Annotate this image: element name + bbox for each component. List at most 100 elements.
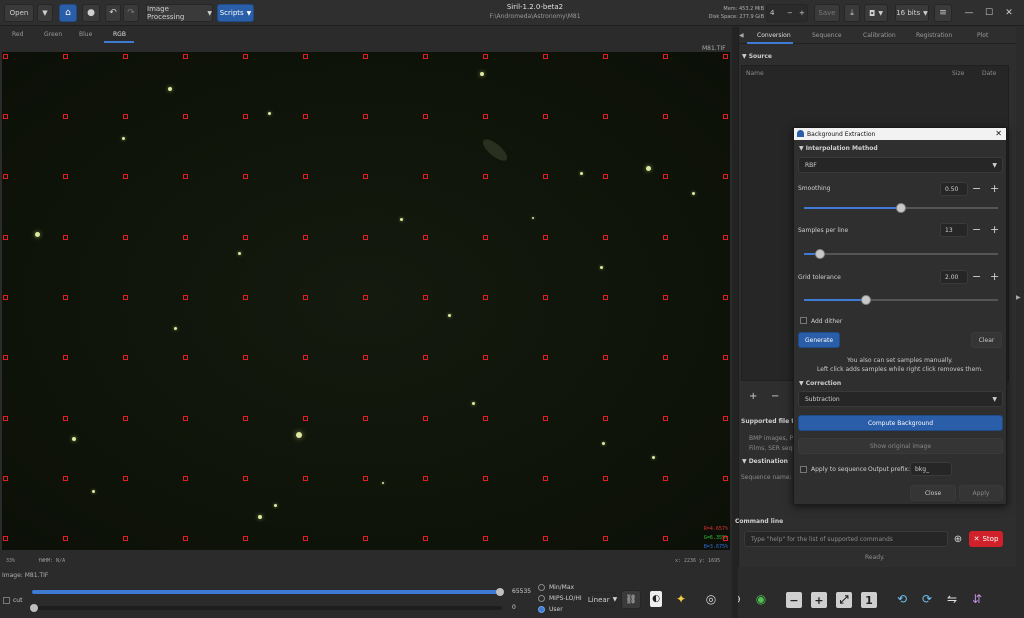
smoothing-input[interactable]: 0.50 <box>940 182 968 196</box>
background-sample-marker[interactable] <box>3 114 8 119</box>
show-original-button[interactable]: Show original image <box>798 438 1003 454</box>
cut-checkbox[interactable] <box>3 597 10 604</box>
background-sample-marker[interactable] <box>63 536 68 541</box>
background-sample-marker[interactable] <box>603 416 608 421</box>
background-sample-marker[interactable] <box>123 174 128 179</box>
close-icon[interactable]: ✕ <box>995 129 1002 138</box>
apply-sequence-checkbox[interactable] <box>800 466 807 473</box>
dialog-titlebar[interactable]: Background Extraction ✕ <box>794 128 1006 140</box>
background-sample-marker[interactable] <box>543 114 548 119</box>
background-sample-marker[interactable] <box>303 536 308 541</box>
background-sample-marker[interactable] <box>483 54 488 59</box>
background-sample-marker[interactable] <box>183 295 188 300</box>
add-dither-checkbox[interactable] <box>800 317 807 324</box>
background-sample-marker[interactable] <box>543 174 548 179</box>
close-button[interactable]: Close <box>910 485 956 501</box>
background-sample-marker[interactable] <box>123 536 128 541</box>
background-sample-marker[interactable] <box>723 355 728 360</box>
samples-minus-button[interactable]: − <box>972 224 981 235</box>
radio-user[interactable] <box>538 606 545 613</box>
clear-button[interactable]: Clear <box>971 332 1002 348</box>
background-sample-marker[interactable] <box>663 536 668 541</box>
background-sample-marker[interactable] <box>483 536 488 541</box>
rotate-left-button[interactable]: ⟲ <box>893 590 911 608</box>
correction-select[interactable]: Subtraction ▼ <box>798 391 1003 407</box>
background-sample-marker[interactable] <box>243 114 248 119</box>
background-sample-marker[interactable] <box>243 536 248 541</box>
save-as-button[interactable]: ⤓ <box>844 4 860 22</box>
apply-button[interactable]: Apply <box>959 485 1003 501</box>
tab-conversion[interactable]: Conversion <box>757 32 791 39</box>
background-sample-marker[interactable] <box>423 295 428 300</box>
samples-slider[interactable] <box>804 249 998 259</box>
undo-button[interactable]: ↶ <box>105 4 121 22</box>
main-menu-button[interactable]: ≡ <box>934 4 952 22</box>
background-sample-marker[interactable] <box>3 174 8 179</box>
zoom-in-button[interactable]: + <box>811 592 827 608</box>
background-sample-marker[interactable] <box>423 536 428 541</box>
background-sample-marker[interactable] <box>243 476 248 481</box>
redo-button[interactable]: ↷ <box>123 4 139 22</box>
background-sample-marker[interactable] <box>423 235 428 240</box>
background-sample-marker[interactable] <box>543 355 548 360</box>
tab-sequence[interactable]: Sequence <box>812 32 842 39</box>
background-sample-marker[interactable] <box>3 295 8 300</box>
background-sample-marker[interactable] <box>183 355 188 360</box>
stretch-menu[interactable]: Linear ▼ <box>588 592 617 607</box>
background-sample-marker[interactable] <box>63 416 68 421</box>
false-color-button[interactable]: ✦ <box>674 591 688 607</box>
negative-view-button[interactable]: ◐ <box>650 591 662 607</box>
snapshot-button[interactable]: ◘ ▼ <box>864 4 888 22</box>
background-sample-marker[interactable] <box>183 114 188 119</box>
background-sample-marker[interactable] <box>603 295 608 300</box>
smoothing-minus-button[interactable]: − <box>972 183 981 194</box>
background-sample-marker[interactable] <box>663 476 668 481</box>
tab-red[interactable]: Red <box>12 31 23 38</box>
background-sample-marker[interactable] <box>183 476 188 481</box>
background-sample-marker[interactable] <box>243 355 248 360</box>
background-sample-marker[interactable] <box>363 235 368 240</box>
min-slider[interactable] <box>30 604 502 612</box>
background-sample-marker[interactable] <box>423 114 428 119</box>
background-sample-marker[interactable] <box>363 54 368 59</box>
smoothing-plus-button[interactable]: + <box>990 183 999 194</box>
background-sample-marker[interactable] <box>183 235 188 240</box>
tab-plot[interactable]: Plot <box>977 32 988 39</box>
background-sample-marker[interactable] <box>663 235 668 240</box>
background-sample-marker[interactable] <box>303 476 308 481</box>
tab-registration[interactable]: Registration <box>916 32 952 39</box>
minimize-button[interactable]: — <box>960 4 978 22</box>
max-slider[interactable] <box>32 588 504 596</box>
mirror-y-button[interactable]: ⇵ <box>968 590 986 608</box>
background-sample-marker[interactable] <box>423 476 428 481</box>
col-name[interactable]: Name <box>746 70 764 77</box>
background-sample-marker[interactable] <box>363 295 368 300</box>
image-processing-menu[interactable]: Image Processing ▼ <box>146 4 213 22</box>
background-sample-marker[interactable] <box>483 114 488 119</box>
background-sample-marker[interactable] <box>723 114 728 119</box>
background-sample-marker[interactable] <box>123 114 128 119</box>
background-sample-marker[interactable] <box>723 416 728 421</box>
correction-header[interactable]: ▼ Correction <box>799 380 841 387</box>
background-sample-marker[interactable] <box>63 114 68 119</box>
tolerance-slider-knob[interactable] <box>861 295 872 305</box>
background-sample-marker[interactable] <box>483 476 488 481</box>
close-window-button[interactable]: ✕ <box>1000 4 1018 22</box>
smoothing-slider-knob[interactable] <box>896 203 906 213</box>
background-sample-marker[interactable] <box>423 416 428 421</box>
background-sample-marker[interactable] <box>543 295 548 300</box>
stop-button[interactable]: ✕ Stop <box>969 531 1003 547</box>
samples-input[interactable]: 13 <box>940 223 968 237</box>
image-canvas[interactable]: R=4.657% G=6.355% B=3.675% <box>2 52 730 550</box>
background-sample-marker[interactable] <box>483 235 488 240</box>
background-sample-marker[interactable] <box>63 295 68 300</box>
background-sample-marker[interactable] <box>243 235 248 240</box>
right-arrow-icon[interactable]: ▶ <box>1016 294 1021 301</box>
zoom-fit-button[interactable]: ⤢ <box>836 592 852 608</box>
tolerance-plus-button[interactable]: + <box>990 271 999 282</box>
background-sample-marker[interactable] <box>183 174 188 179</box>
background-sample-marker[interactable] <box>543 536 548 541</box>
objects-button[interactable]: ◉ <box>752 590 770 608</box>
background-sample-marker[interactable] <box>543 54 548 59</box>
background-sample-marker[interactable] <box>243 174 248 179</box>
